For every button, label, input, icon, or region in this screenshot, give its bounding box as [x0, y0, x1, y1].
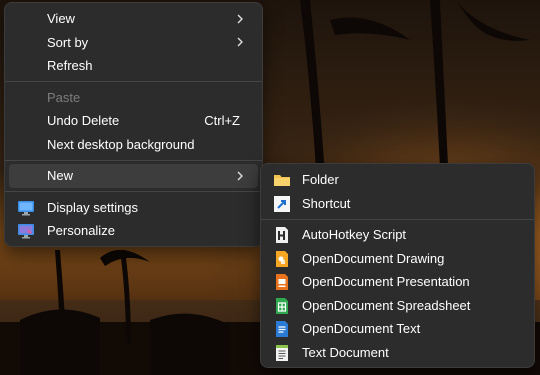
menu-item-label: OpenDocument Presentation [302, 274, 470, 290]
menu-item-label: Shortcut [302, 195, 351, 211]
personalize-icon [17, 222, 35, 240]
menu-separator [261, 218, 534, 220]
chevron-right-icon [236, 31, 244, 55]
menu-item-label: View [47, 11, 75, 27]
menu-item-label: AutoHotkey Script [302, 227, 407, 243]
menu-item-next-desktop-background[interactable]: Next desktop background [9, 133, 258, 157]
chevron-right-icon [236, 164, 244, 188]
menu-item-sort-by[interactable]: Sort by [9, 31, 258, 55]
menu-item-label: Sort by [47, 34, 89, 50]
menu-item-label: OpenDocument Drawing [302, 250, 445, 266]
menu-item-personalize[interactable]: Personalize [9, 219, 258, 243]
menu-item-refresh[interactable]: Refresh [9, 54, 258, 78]
menu-item-label: OpenDocument Text [302, 321, 421, 337]
text-document-icon [273, 344, 291, 362]
menu-item-label: OpenDocument Spreadsheet [302, 297, 471, 313]
menu-item-shortcut: Ctrl+Z [204, 113, 240, 129]
menu-item-opendocument-spreadsheet[interactable]: OpenDocument Spreadsheet [265, 294, 530, 318]
menu-item-opendocument-text[interactable]: OpenDocument Text [265, 317, 530, 341]
chevron-right-icon [236, 7, 244, 31]
folder-icon [273, 171, 291, 189]
menu-item-text-document[interactable]: Text Document [265, 341, 530, 365]
menu-item-label: Refresh [47, 58, 93, 74]
opendocument-text-icon [273, 320, 291, 338]
menu-item-new[interactable]: New [9, 164, 258, 188]
menu-item-paste: Paste [9, 86, 258, 110]
opendocument-drawing-icon [273, 250, 291, 268]
menu-separator [5, 159, 262, 161]
display-settings-icon [17, 199, 35, 217]
menu-item-label: Undo Delete [47, 113, 120, 129]
menu-item-folder[interactable]: Folder [265, 168, 530, 192]
menu-item-opendocument-drawing[interactable]: OpenDocument Drawing [265, 247, 530, 271]
menu-item-autohotkey-script[interactable]: AutoHotkey Script [265, 223, 530, 247]
opendocument-presentation-icon [273, 273, 291, 291]
menu-item-display-settings[interactable]: Display settings [9, 196, 258, 220]
autohotkey-script-icon [273, 226, 291, 244]
menu-item-opendocument-presentation[interactable]: OpenDocument Presentation [265, 270, 530, 294]
menu-item-shortcut[interactable]: Shortcut [265, 192, 530, 216]
menu-item-label: Display settings [47, 199, 139, 215]
menu-item-label: Personalize [47, 223, 115, 239]
shortcut-arrow-icon [273, 195, 291, 213]
menu-item-label: New [47, 168, 74, 184]
opendocument-spreadsheet-icon [273, 297, 291, 315]
menu-item-label: Next desktop background [47, 136, 195, 152]
menu-item-undo-delete[interactable]: Undo Delete Ctrl+Z [9, 109, 258, 133]
menu-separator [5, 191, 262, 192]
menu-item-label: Folder [302, 172, 339, 188]
new-submenu: Folder Shortcut AutoHotkey Script OpenDo… [260, 163, 535, 368]
menu-item-label: Text Document [302, 344, 389, 360]
menu-item-label: Paste [47, 89, 81, 105]
menu-item-view[interactable]: View [9, 7, 258, 31]
menu-separator [5, 81, 262, 82]
desktop-context-menu: View Sort by Refresh Paste Undo Delete C… [4, 2, 263, 247]
